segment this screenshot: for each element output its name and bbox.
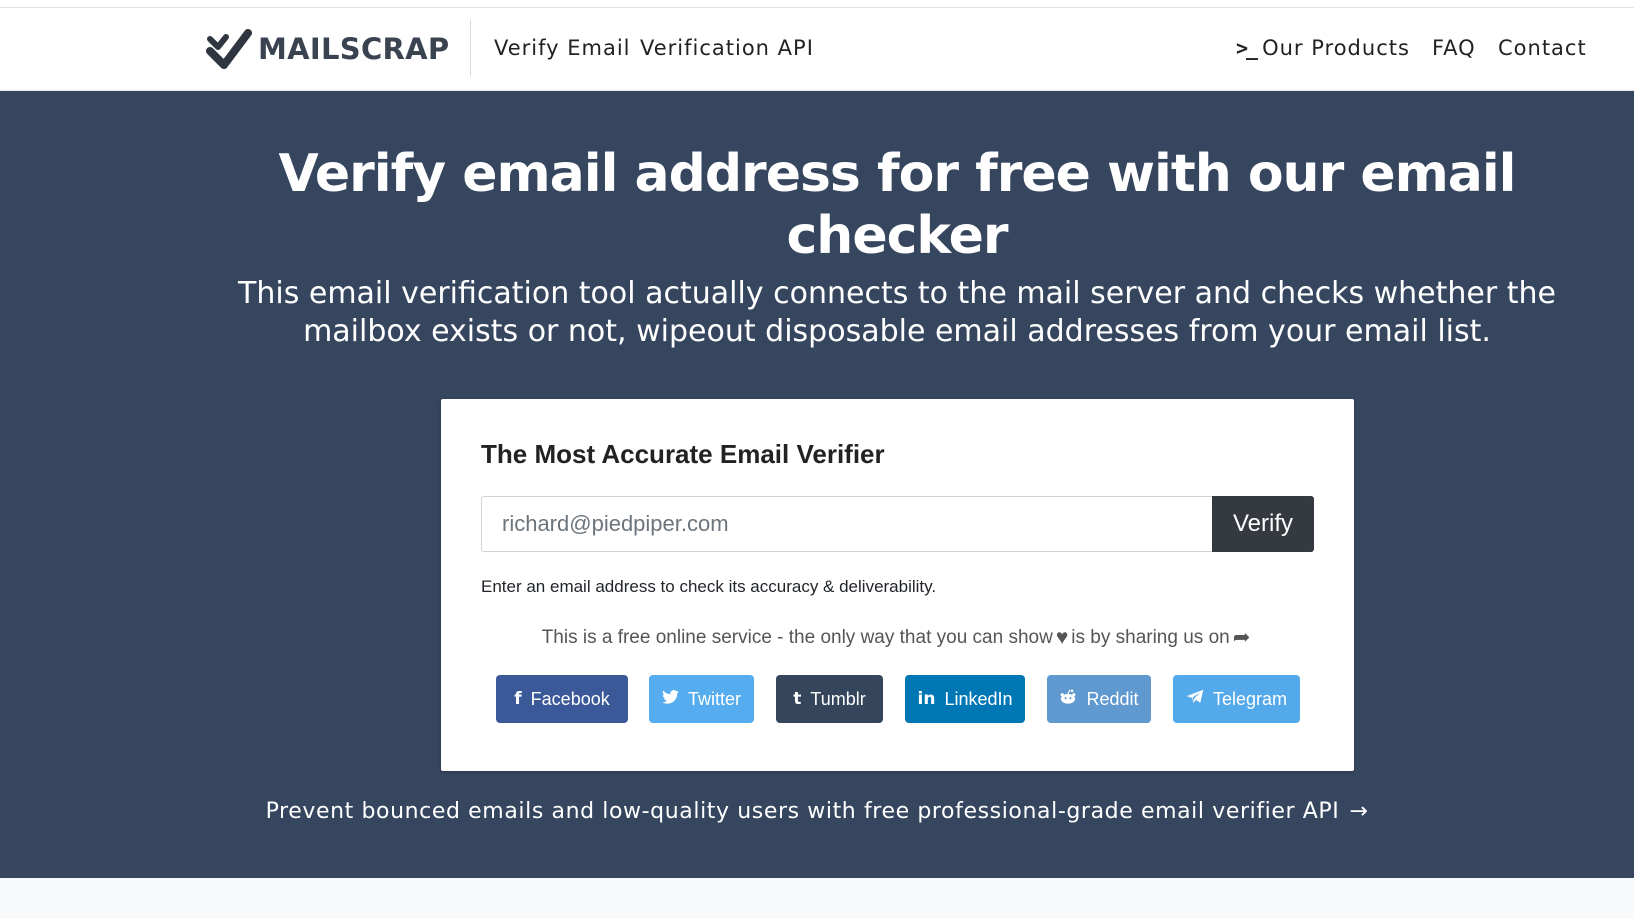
api-promo-text: Prevent bounced emails and low-quality u…	[265, 799, 1340, 824]
share-tumblr-label: Tumblr	[810, 688, 866, 709]
checkmark-logo-icon	[206, 29, 252, 69]
share-arrow-icon: ➦	[1232, 626, 1251, 649]
hero-subtitle: This email verification tool actually co…	[238, 276, 1556, 349]
card-title: The Most Accurate Email Verifier	[481, 439, 885, 469]
nav-contact[interactable]: Contact	[1498, 36, 1587, 60]
share-telegram-label: Telegram	[1212, 688, 1288, 709]
share-message: This is a free online service - the only…	[441, 625, 1354, 650]
top-strip	[0, 0, 1634, 8]
hero-section: Verify email address for free with our e…	[0, 91, 1634, 878]
share-reddit-button[interactable]: Reddit	[1047, 675, 1151, 723]
share-facebook-button[interactable]: f Facebook	[496, 675, 628, 723]
tumblr-icon: t	[793, 689, 802, 709]
nav-faq[interactable]: FAQ	[1432, 36, 1476, 60]
help-text: Enter an email address to check its accu…	[481, 577, 937, 596]
nav-our-products-label: Our Products	[1262, 36, 1410, 60]
share-facebook-label: Facebook	[530, 688, 610, 709]
brand-logo[interactable]: MAILSCRAP	[204, 24, 449, 74]
nav-divider	[470, 20, 471, 76]
share-twitter-label: Twitter	[687, 688, 741, 709]
share-reddit-label: Reddit	[1086, 688, 1139, 709]
share-twitter-button[interactable]: Twitter	[649, 675, 754, 723]
telegram-plane-icon	[1186, 689, 1204, 709]
share-tumblr-button[interactable]: t Tumblr	[776, 675, 883, 723]
verify-button[interactable]: Verify	[1212, 496, 1314, 552]
brand-name: MAILSCRAP	[258, 32, 450, 66]
hero-title: Verify email address for free with our e…	[278, 144, 1516, 266]
navbar: MAILSCRAP Verify Email Verification API …	[0, 8, 1634, 91]
api-promo-link[interactable]: Prevent bounced emails and low-quality u…	[0, 799, 1634, 824]
twitter-bird-icon	[662, 689, 679, 709]
nav-verify-email[interactable]: Verify Email	[494, 36, 631, 60]
nav-our-products[interactable]: >_ Our Products	[1236, 36, 1410, 60]
share-linkedin-label: LinkedIn	[944, 688, 1013, 709]
share-telegram-button[interactable]: Telegram	[1173, 675, 1300, 723]
facebook-icon: f	[514, 689, 522, 709]
reddit-icon	[1059, 688, 1077, 710]
email-input[interactable]	[481, 496, 1212, 552]
linkedin-icon: in	[917, 689, 936, 709]
share-message-after: is by sharing us on	[1071, 626, 1230, 648]
heart-icon: ♥	[1055, 625, 1069, 649]
nav-verification-api[interactable]: Verification API	[640, 36, 814, 60]
terminal-prompt-icon: >_	[1236, 36, 1258, 60]
share-message-before: This is a free online service - the only…	[541, 626, 1053, 648]
share-linkedin-button[interactable]: in LinkedIn	[905, 675, 1025, 723]
verifier-card: The Most Accurate Email Verifier Verify …	[441, 399, 1354, 771]
arrow-right-icon: →	[1349, 799, 1369, 824]
